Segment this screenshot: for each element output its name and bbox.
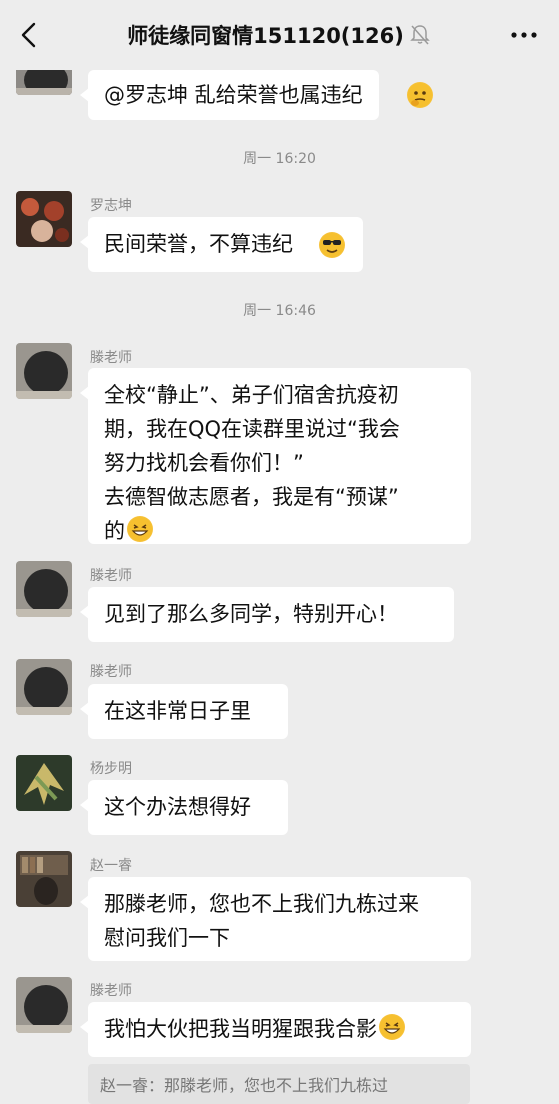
more-button[interactable] <box>509 22 539 48</box>
chat-header: 师徒缘同窗情151120(126) <box>0 0 559 70</box>
message-text: 努力找机会看你们！” <box>104 451 304 475</box>
message-text: 民间荣誉，不算违纪 <box>104 232 293 256</box>
message-text: 全校“静止”、弟子们宿舍抗疫初 <box>104 383 399 407</box>
message-bubble[interactable]: @罗志坤 乱给荣誉也属违纪 <box>80 70 433 120</box>
timestamp: 周一 16:46 <box>243 303 316 319</box>
message-text: 这个办法想得好 <box>104 795 251 819</box>
message-bubble[interactable]: 我怕大伙把我当明猩跟我合影 <box>80 1002 471 1057</box>
avatar-teng[interactable] <box>16 343 72 399</box>
sender-name: 赵一睿 <box>90 858 132 874</box>
message-text: 在这非常日子里 <box>104 699 251 723</box>
sender-name: 杨步明 <box>90 761 132 777</box>
chat-title-wrap: 师徒缘同窗情151120(126) <box>60 0 499 70</box>
message-text: 慰问我们一下 <box>104 926 230 950</box>
avatar-luo[interactable] <box>16 191 72 247</box>
more-dots-icon <box>511 32 537 38</box>
avatar-yang[interactable] <box>16 755 72 811</box>
message-text: 的 <box>104 514 455 548</box>
message-bubble[interactable]: 这个办法想得好 <box>80 780 288 835</box>
chevron-left-icon <box>21 22 36 48</box>
sender-name: 罗志坤 <box>90 198 132 214</box>
message-bubble[interactable]: 见到了那么多同学，特别开心！ <box>80 587 454 642</box>
message-bubble[interactable]: 那滕老师，您也不上我们九栋过来 慰问我们一下 <box>80 877 471 961</box>
timestamp: 周一 16:20 <box>243 151 316 167</box>
bell-off-icon <box>410 24 432 46</box>
message-bubble[interactable]: 在这非常日子里 <box>80 684 288 739</box>
message-bubble[interactable]: 民间荣誉，不算违纪 <box>80 217 363 272</box>
message-bubble[interactable]: 全校“静止”、弟子们宿舍抗疫初 期，我在QQ在读群里说过“我会 努力找机会看你们… <box>80 368 471 544</box>
grinning-face-emoji <box>379 1014 405 1040</box>
message-text: 见到了那么多同学，特别开心！ <box>104 602 398 626</box>
message-text: 期，我在QQ在读群里说过“我会 <box>104 417 400 441</box>
message-text: @罗志坤 乱给荣誉也属违纪 <box>104 83 363 107</box>
avatar-teng[interactable] <box>16 561 72 617</box>
chat-title: 师徒缘同窗情151120(126) <box>127 24 404 48</box>
message-text: 那滕老师，您也不上我们九栋过来 <box>104 892 419 916</box>
grinning-face-emoji <box>127 516 153 542</box>
avatar-zhao[interactable] <box>16 851 72 907</box>
message-text: 去德智做志愿者，我是有“预谋” <box>104 485 399 509</box>
thinking-face-emoji <box>407 82 433 108</box>
sender-name: 滕老师 <box>90 664 132 680</box>
message-text: 我怕大伙把我当明猩跟我合影 <box>104 1012 455 1046</box>
sender-name: 滕老师 <box>90 568 132 584</box>
sender-name: 滕老师 <box>90 983 132 999</box>
sender-name: 滕老师 <box>90 350 132 366</box>
avatar-teng[interactable] <box>16 659 72 715</box>
sunglasses-face-emoji <box>319 232 345 258</box>
avatar-teng[interactable] <box>16 977 72 1033</box>
quoted-reply-preview[interactable]: 赵一睿：那滕老师，您也不上我们九栋过 <box>88 1064 470 1104</box>
chat-message-list[interactable]: @罗志坤 乱给荣誉也属违纪 周一 16:20 罗志坤 民间荣誉，不算违纪 周一 … <box>0 0 559 1104</box>
back-button[interactable] <box>14 20 44 50</box>
